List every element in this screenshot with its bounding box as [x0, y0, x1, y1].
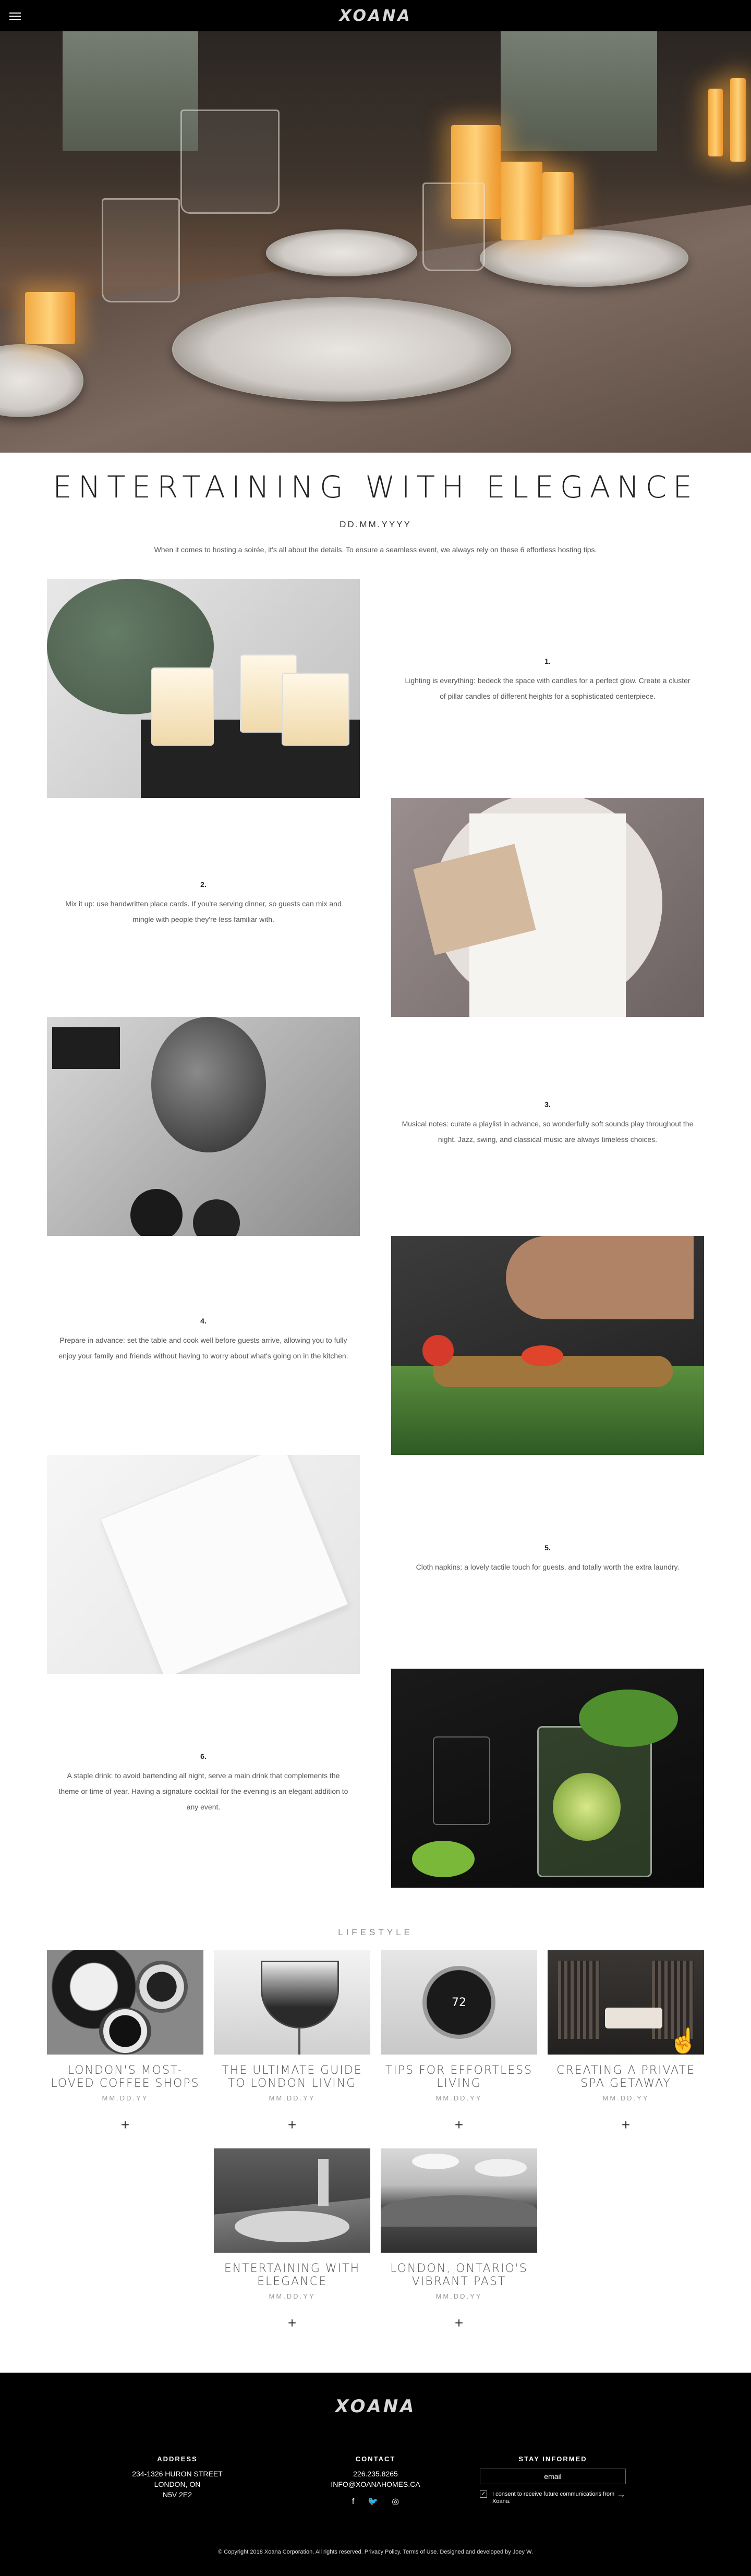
tip-1-body: Lighting is everything: bedeck the space… [405, 676, 691, 700]
card-image-coffee [47, 1950, 203, 2055]
tip-1-image-candles [47, 579, 360, 798]
social-links: f 🐦 ◎ [297, 2497, 454, 2507]
copyright-text: © Copyright 2018 Xoana Corporation. All … [218, 2549, 533, 2555]
tip-2-text: 2. Mix it up: use handwritten place card… [47, 880, 360, 927]
consent-label: I consent to receive future communicatio… [492, 2491, 615, 2505]
tip-1-number: 1. [544, 657, 551, 665]
expand-plus-icon[interactable]: + [214, 2118, 370, 2132]
footer-logo-text: XOANA [335, 2396, 416, 2417]
tip-4-text: 4. Prepare in advance: set the table and… [47, 1317, 360, 1364]
thermostat-value: 72 [452, 1996, 466, 2009]
card-date: MM.DD.YY [435, 2094, 482, 2102]
site-logo[interactable]: XOANA [297, 6, 454, 25]
tip-6-number: 6. [200, 1752, 207, 1760]
card-date: MM.DD.YY [269, 2094, 316, 2102]
lifestyle-section-label: LIFESTYLE [338, 1927, 413, 1937]
card-title[interactable]: TIPS FOR EFFORTLESS LIVING [381, 2064, 537, 2090]
footer-newsletter: STAY INFORMED email ✓ I consent to recei… [475, 2454, 631, 2505]
tip-2-number: 2. [200, 880, 207, 889]
card-title[interactable]: LONDON, ONTARIO'S VIBRANT PAST [381, 2262, 537, 2288]
card-image-thermostat: 72 [381, 1950, 537, 2055]
tip-4-body: Prepare in advance: set the table and co… [58, 1336, 348, 1360]
lifestyle-card-london-living[interactable]: THE ULTIMATE GUIDE TO LONDON LIVING MM.D… [214, 1950, 370, 2132]
card-image-landscape [381, 2148, 537, 2253]
card-date: MM.DD.YY [602, 2094, 649, 2102]
footer-address: ADDRESS 234-1326 HURON STREET LONDON, ON… [99, 2454, 256, 2500]
tip-3-number: 3. [544, 1100, 551, 1109]
card-image-wine-glass [214, 1950, 370, 2055]
lifestyle-card-spa-getaway[interactable]: ☝ CREATING A PRIVATE SPA GETAWAY MM.DD.Y… [548, 1950, 704, 2132]
tip-5-text: 5. Cloth napkins: a lovely tactile touch… [391, 1544, 704, 1575]
tip-4-image-cooking [391, 1236, 704, 1455]
contact-heading: CONTACT [355, 2455, 396, 2463]
lifestyle-card-coffee[interactable]: LONDON'S MOST-LOVED COFFEE SHOPS MM.DD.Y… [47, 1950, 203, 2132]
hero-image-dinner-table [0, 31, 751, 453]
newsletter-heading: STAY INFORMED [518, 2455, 587, 2463]
tip-4-number: 4. [200, 1317, 207, 1325]
expand-plus-icon[interactable]: + [214, 2316, 370, 2330]
address-line: LONDON, ON [154, 2480, 201, 2488]
card-title[interactable]: THE ULTIMATE GUIDE TO LONDON LIVING [214, 2064, 370, 2090]
tip-6-body: A staple drink: to avoid bartending all … [58, 1771, 348, 1811]
expand-plus-icon[interactable]: + [548, 2118, 704, 2132]
logo-text: XOANA [339, 6, 412, 25]
expand-plus-icon[interactable]: + [47, 2118, 203, 2132]
expand-plus-icon[interactable]: + [381, 2118, 537, 2132]
tip-5-number: 5. [544, 1544, 551, 1552]
tip-3-body: Musical notes: curate a playlist in adva… [402, 1120, 694, 1144]
phone-link[interactable]: 226.235.8265 [297, 2469, 454, 2479]
tip-6-text: 6. A staple drink: to avoid bartending a… [47, 1752, 360, 1815]
address-line: 234-1326 HURON STREET [132, 2470, 223, 2478]
twitter-icon[interactable]: 🐦 [368, 2497, 378, 2507]
tip-1-text: 1. Lighting is everything: bedeck the sp… [391, 657, 704, 704]
footer-logo[interactable]: XOANA [297, 2393, 454, 2420]
lifestyle-card-effortless-living[interactable]: 72 TIPS FOR EFFORTLESS LIVING MM.DD.YY + [381, 1950, 537, 2132]
card-image-table-setting [214, 2148, 370, 2253]
article-intro: When it comes to hosting a soirée, it's … [154, 545, 597, 554]
footer-contact: CONTACT 226.235.8265 INFO@XOANAHOMES.CA … [297, 2454, 454, 2507]
card-title[interactable]: CREATING A PRIVATE SPA GETAWAY [548, 2064, 704, 2090]
card-date: MM.DD.YY [102, 2094, 149, 2102]
consent-checkbox[interactable]: ✓ [480, 2490, 487, 2498]
article-date: DD.MM.YYYY [340, 519, 411, 529]
tip-2-image-place-card [391, 798, 704, 1017]
card-title[interactable]: LONDON'S MOST-LOVED COFFEE SHOPS [47, 2064, 203, 2090]
hand-pointer-cursor-icon: ☝ [669, 2027, 699, 2054]
lifestyle-card-vibrant-past[interactable]: LONDON, ONTARIO'S VIBRANT PAST MM.DD.YY … [381, 2148, 537, 2330]
hamburger-menu-icon[interactable] [9, 13, 21, 20]
submit-arrow-icon[interactable]: → [616, 2489, 626, 2499]
address-line: N5V 2E2 [162, 2490, 192, 2499]
card-title[interactable]: ENTERTAINING WITH ELEGANCE [214, 2262, 370, 2288]
tip-2-body: Mix it up: use handwritten place cards. … [65, 900, 342, 924]
expand-plus-icon[interactable]: + [381, 2316, 537, 2330]
tip-5-body: Cloth napkins: a lovely tactile touch fo… [416, 1563, 680, 1571]
facebook-icon[interactable]: f [352, 2497, 354, 2507]
email-link[interactable]: INFO@XOANAHOMES.CA [297, 2479, 454, 2489]
card-date: MM.DD.YY [269, 2292, 316, 2300]
instagram-icon[interactable]: ◎ [392, 2497, 399, 2507]
tip-3-text: 3. Musical notes: curate a playlist in a… [391, 1100, 704, 1147]
top-navigation-bar: XOANA [0, 0, 751, 31]
site-footer: XOANA ADDRESS 234-1326 HURON STREET LOND… [0, 2373, 751, 2576]
consent-row: ✓ I consent to receive future communicat… [480, 2489, 626, 2505]
newsletter-email-input[interactable]: email [480, 2469, 626, 2484]
tip-6-image-cocktail [391, 1669, 704, 1888]
card-image-closet: ☝ [548, 1950, 704, 2055]
lifestyle-card-entertaining[interactable]: ENTERTAINING WITH ELEGANCE MM.DD.YY + [214, 2148, 370, 2330]
tip-3-image-stereo [47, 1017, 360, 1236]
card-date: MM.DD.YY [435, 2292, 482, 2300]
article-title: ENTERTAINING WITH ELEGANCE [53, 469, 698, 505]
tip-5-image-napkins [47, 1455, 360, 1674]
email-placeholder: email [544, 2472, 562, 2481]
address-heading: ADDRESS [157, 2455, 198, 2463]
